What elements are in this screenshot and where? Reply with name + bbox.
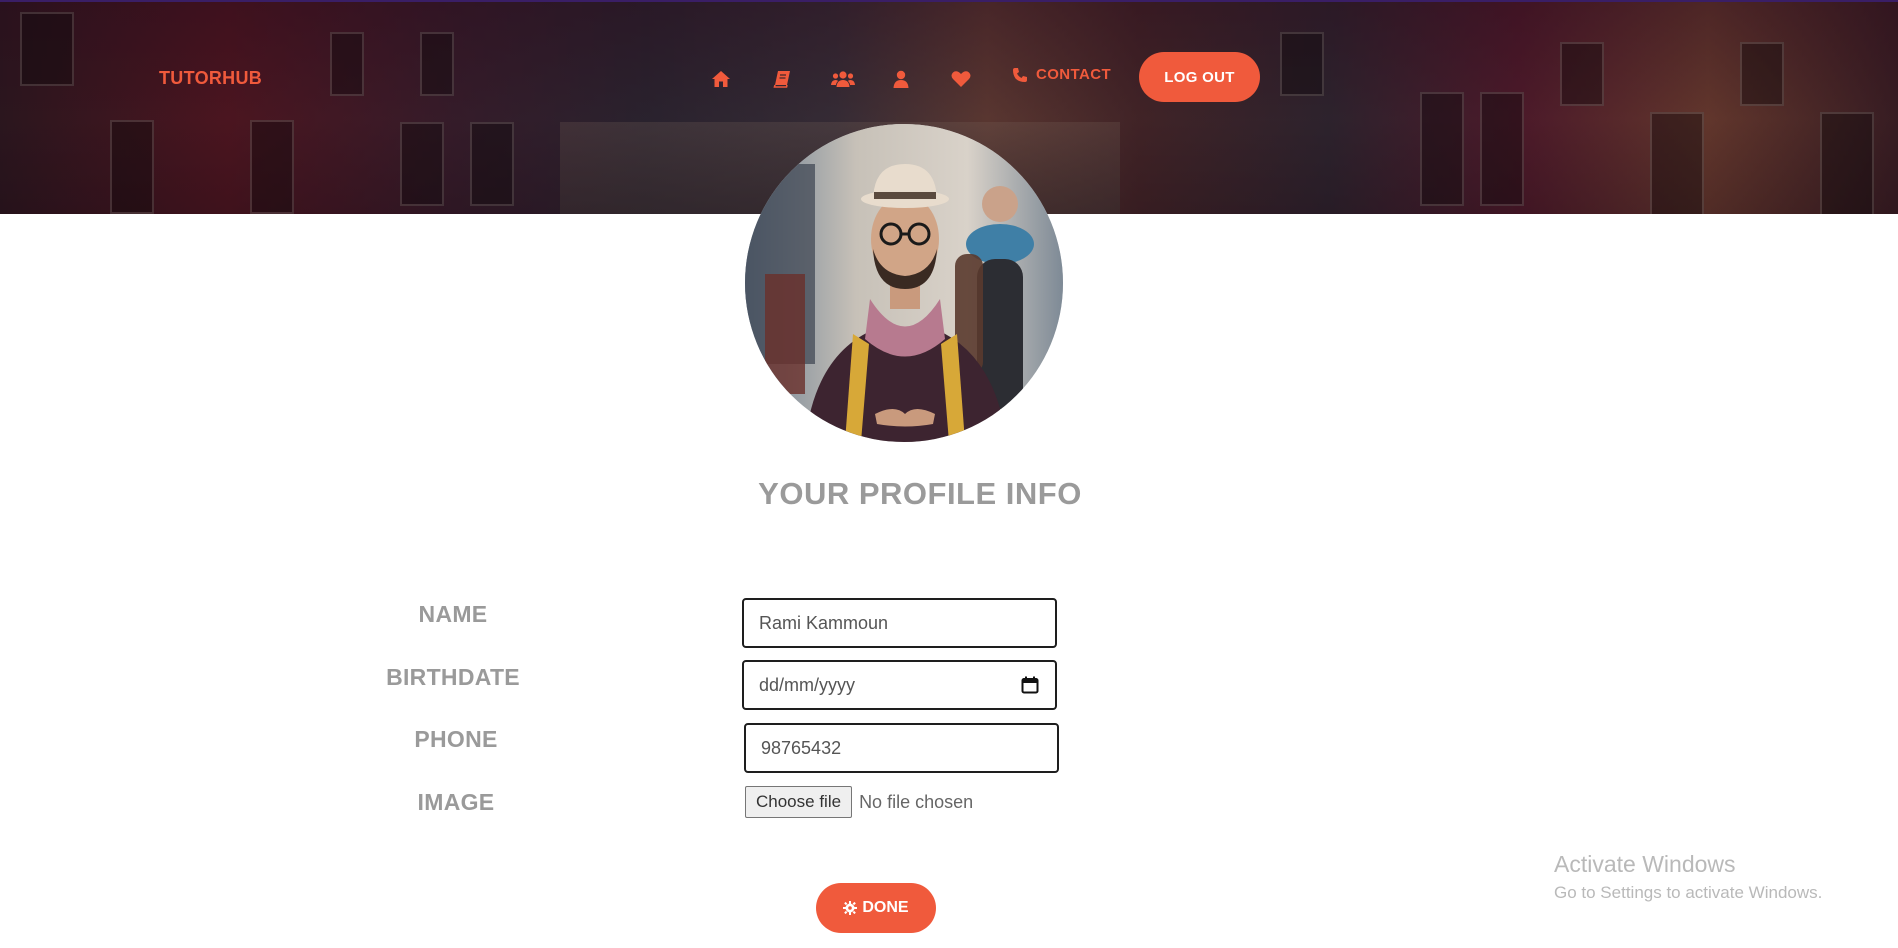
name-label: NAME — [418, 601, 488, 627]
name-field[interactable] — [742, 598, 1057, 648]
phone-label: PHONE — [414, 726, 498, 752]
user-icon[interactable] — [890, 68, 912, 90]
windows-activation-subtitle: Go to Settings to activate Windows. — [1554, 883, 1823, 902]
done-label: DONE — [862, 899, 909, 916]
file-status: No file chosen — [859, 791, 974, 812]
image-file-input[interactable]: Choose file No file chosen — [745, 786, 973, 818]
logout-button[interactable]: LOG OUT — [1139, 52, 1260, 102]
book-icon[interactable] — [771, 68, 793, 90]
contact-link[interactable]: CONTACT — [1012, 66, 1111, 83]
page-title: YOUR PROFILE INFO — [758, 476, 1082, 511]
home-icon[interactable] — [710, 68, 732, 90]
calendar-icon[interactable] — [1021, 676, 1039, 694]
birthdate-field[interactable]: dd/mm/yyyy — [742, 660, 1057, 710]
users-icon[interactable] — [830, 68, 856, 90]
birthdate-label: BIRTHDATE — [386, 664, 520, 690]
windows-activation-title: Activate Windows — [1554, 851, 1736, 877]
heart-icon[interactable] — [950, 68, 972, 90]
phone-icon — [1013, 67, 1027, 82]
birthdate-placeholder: dd/mm/yyyy — [759, 674, 856, 695]
phone-field[interactable] — [744, 723, 1059, 773]
brand-logo[interactable]: TUTORHUB — [159, 68, 262, 89]
gear-icon — [843, 901, 858, 915]
avatar — [745, 124, 1063, 442]
contact-label: CONTACT — [1036, 66, 1112, 83]
done-button[interactable]: DONE — [816, 883, 936, 933]
image-label: IMAGE — [417, 789, 495, 815]
choose-file-button[interactable]: Choose file — [745, 786, 853, 818]
